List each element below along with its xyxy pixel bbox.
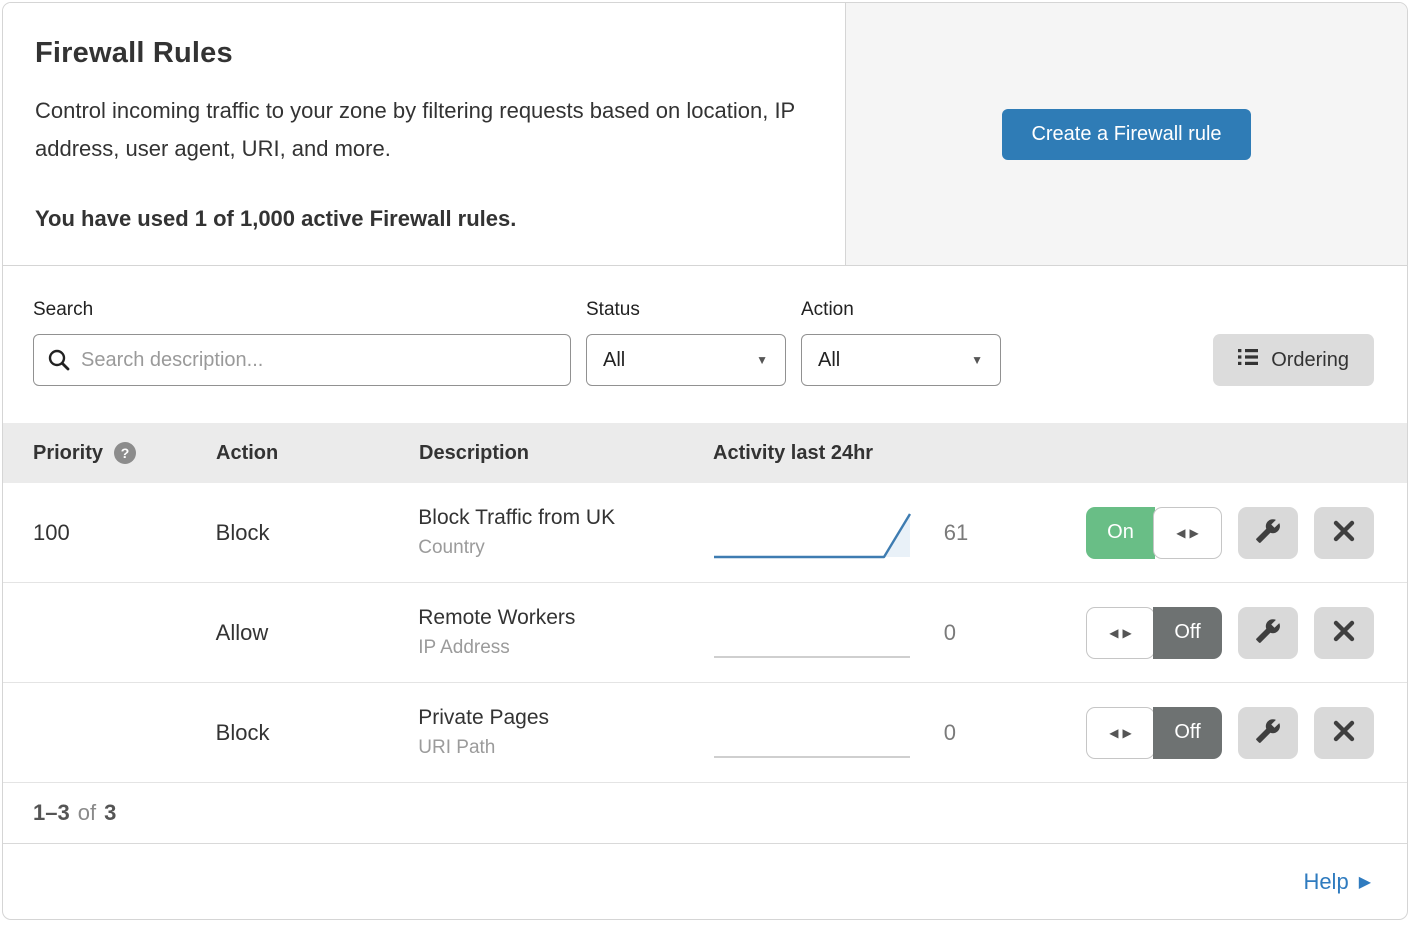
ordered-list-icon xyxy=(1238,348,1258,372)
status-selected-value: All xyxy=(603,349,625,372)
header-action-panel: Create a Firewall rule xyxy=(845,3,1407,265)
help-bar: Help ▶ xyxy=(3,844,1407,919)
rule-match-type: IP Address xyxy=(418,637,711,659)
wrench-icon xyxy=(1255,618,1281,647)
wrench-icon xyxy=(1255,718,1281,747)
rule-title: Private Pages xyxy=(418,706,711,730)
pagination-of-label: of xyxy=(78,800,96,826)
status-select[interactable]: All ▼ xyxy=(586,334,786,386)
close-icon xyxy=(1332,719,1356,746)
rule-title: Block Traffic from UK xyxy=(418,506,711,530)
activity-count: 61 xyxy=(944,520,968,546)
search-group: Search xyxy=(33,299,571,386)
help-link[interactable]: Help ▶ xyxy=(1303,869,1371,895)
action-select[interactable]: All ▼ xyxy=(801,334,1001,386)
delete-rule-button[interactable] xyxy=(1314,607,1374,659)
rule-match-type: URI Path xyxy=(418,737,711,759)
rule-action: Allow xyxy=(216,620,419,646)
chevron-down-icon: ▼ xyxy=(756,353,768,367)
rule-enabled-toggle[interactable]: On ◀▶ xyxy=(1086,507,1222,559)
edit-rule-button[interactable] xyxy=(1238,707,1298,759)
action-column-header: Action xyxy=(216,442,419,465)
toggle-off-label: Off xyxy=(1153,607,1222,659)
toggle-off-label: Off xyxy=(1153,707,1222,759)
table-row: 100 Block Block Traffic from UK Country … xyxy=(3,483,1407,583)
pagination-range: 1–3 xyxy=(33,800,70,826)
activity-count: 0 xyxy=(944,620,956,646)
edit-rule-button[interactable] xyxy=(1238,507,1298,559)
activity-count: 0 xyxy=(944,720,956,746)
search-icon xyxy=(47,348,71,372)
table-row: Block Private Pages URI Path 0 ◀▶ Off xyxy=(3,683,1407,783)
toggle-handle-icon: ◀▶ xyxy=(1086,707,1155,759)
action-selected-value: All xyxy=(818,349,840,372)
create-firewall-rule-button[interactable]: Create a Firewall rule xyxy=(1002,109,1250,160)
priority-column-header: Priority xyxy=(33,442,103,465)
pagination-total: 3 xyxy=(104,800,116,826)
activity-sparkline xyxy=(712,504,917,562)
rule-priority: 100 xyxy=(33,520,216,546)
pagination-bar: 1–3 of 3 xyxy=(3,783,1407,844)
arrow-right-icon: ▶ xyxy=(1359,872,1371,892)
page-description: Control incoming traffic to your zone by… xyxy=(35,92,810,168)
toggle-handle-icon: ◀▶ xyxy=(1086,607,1155,659)
priority-help-icon[interactable]: ? xyxy=(114,442,136,464)
search-box xyxy=(33,334,571,386)
activity-sparkline xyxy=(712,704,917,762)
wrench-icon xyxy=(1255,518,1281,547)
toggle-handle-icon: ◀▶ xyxy=(1153,507,1222,559)
ordering-button-label: Ordering xyxy=(1271,349,1349,372)
firewall-rules-card: Firewall Rules Control incoming traffic … xyxy=(2,2,1408,920)
activity-sparkline xyxy=(712,604,917,662)
rule-action: Block xyxy=(216,520,419,546)
table-row: Allow Remote Workers IP Address 0 ◀▶ Off xyxy=(3,583,1407,683)
rule-enabled-toggle[interactable]: ◀▶ Off xyxy=(1086,707,1222,759)
delete-rule-button[interactable] xyxy=(1314,507,1374,559)
table-header: Priority ? Action Description Activity l… xyxy=(3,423,1407,483)
rule-enabled-toggle[interactable]: ◀▶ Off xyxy=(1086,607,1222,659)
page-title: Firewall Rules xyxy=(35,37,813,70)
edit-rule-button[interactable] xyxy=(1238,607,1298,659)
help-link-label: Help xyxy=(1303,869,1348,895)
status-filter-group: Status All ▼ xyxy=(586,299,786,386)
close-icon xyxy=(1332,519,1356,546)
header-section: Firewall Rules Control incoming traffic … xyxy=(3,3,1407,266)
action-label: Action xyxy=(801,299,1001,321)
chevron-down-icon: ▼ xyxy=(971,353,983,367)
ordering-button[interactable]: Ordering xyxy=(1213,334,1374,386)
search-input[interactable] xyxy=(33,334,571,386)
delete-rule-button[interactable] xyxy=(1314,707,1374,759)
action-filter-group: Action All ▼ xyxy=(801,299,1001,386)
rule-action: Block xyxy=(216,720,419,746)
header-text-panel: Firewall Rules Control incoming traffic … xyxy=(3,3,845,265)
filter-bar: Search Status All ▼ Action All xyxy=(3,266,1407,423)
close-icon xyxy=(1332,619,1356,646)
activity-column-header: Activity last 24hr xyxy=(713,442,1088,465)
rule-match-type: Country xyxy=(418,537,711,559)
usage-note: You have used 1 of 1,000 active Firewall… xyxy=(35,206,813,232)
search-label: Search xyxy=(33,299,571,321)
toggle-on-label: On xyxy=(1086,507,1155,559)
status-label: Status xyxy=(586,299,786,321)
rule-title: Remote Workers xyxy=(418,606,711,630)
description-column-header: Description xyxy=(419,442,713,465)
